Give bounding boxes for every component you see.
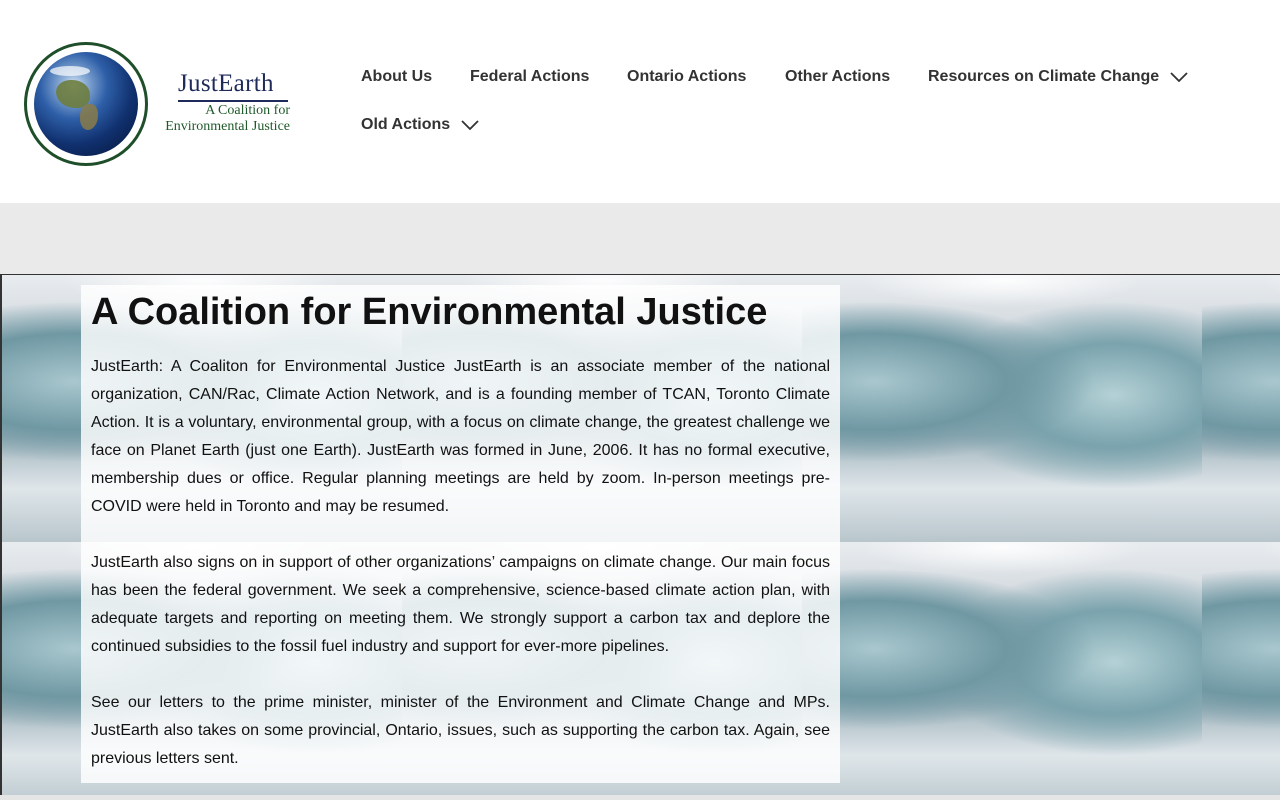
nav-item-label: Ontario Actions <box>627 68 747 85</box>
nav-item-label: Federal Actions <box>470 68 590 85</box>
site-logo[interactable]: JustEarth A Coalition for Environmental … <box>24 42 290 167</box>
focus-paragraph: JustEarth also signs on in support of ot… <box>91 554 830 655</box>
nav-item-resources-on-climate-change[interactable]: Resources on Climate Change <box>928 68 1188 86</box>
nav-item-other-actions[interactable]: Other Actions <box>785 68 890 86</box>
nav-item-label: Old Actions <box>361 116 451 133</box>
chevron-down-icon <box>461 120 479 130</box>
intro-paragraph: JustEarth: A Coaliton for Environmental … <box>91 358 830 515</box>
logo-divider <box>178 100 288 102</box>
logo-tagline-line1: A Coalition for <box>205 103 290 118</box>
logo-tagline-line2: Environmental Justice <box>165 119 290 134</box>
nav-item-about-us[interactable]: About Us <box>361 68 432 86</box>
iceberg-background-image <box>802 275 1202 542</box>
page-bottom-edge <box>0 795 1280 800</box>
earth-globe-icon <box>24 42 148 166</box>
iceberg-background-image <box>1202 542 1280 795</box>
nav-item-ontario-actions[interactable]: Ontario Actions <box>627 68 746 86</box>
iceberg-background-image <box>1202 275 1280 542</box>
nav-item-old-actions[interactable]: Old Actions <box>361 116 479 134</box>
iceberg-background-image <box>802 542 1202 795</box>
header-spacer-band <box>0 203 1280 274</box>
page-title: A Coalition for Environmental Justice <box>91 291 768 333</box>
chevron-down-icon <box>1169 72 1188 82</box>
nav-item-federal-actions[interactable]: Federal Actions <box>470 68 589 86</box>
nav-item-label: Other Actions <box>785 68 891 85</box>
letters-paragraph: See our letters to the prime minister, m… <box>91 694 830 767</box>
nav-item-label: Resources on Climate Change <box>928 68 1160 85</box>
site-header: JustEarth A Coalition for Environmental … <box>0 0 1280 203</box>
logo-name: JustEarth <box>178 70 274 97</box>
nav-item-label: About Us <box>361 68 433 85</box>
